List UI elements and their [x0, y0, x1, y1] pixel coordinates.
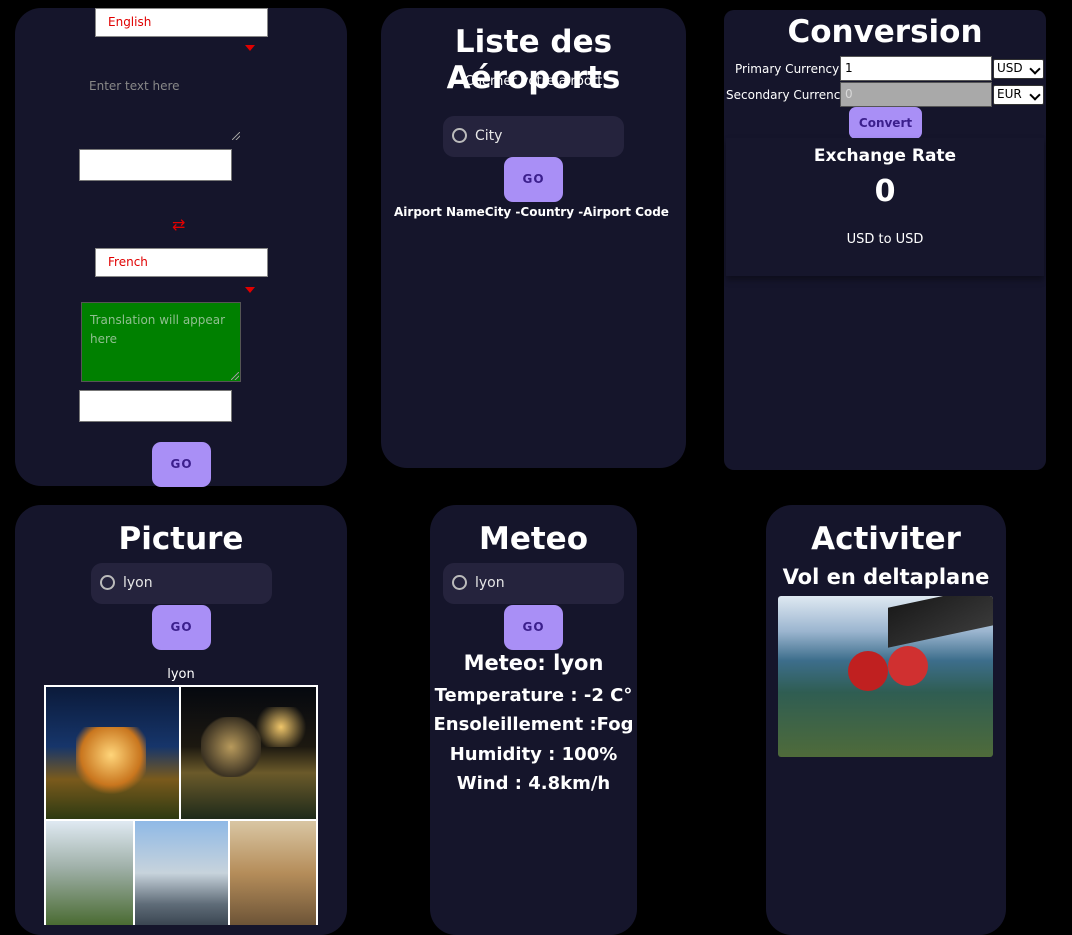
gallery-photo-street[interactable] — [230, 821, 316, 925]
meteo-card: Meteo lyon GO Meteo: lyon Temperature : … — [430, 505, 637, 935]
meteo-sunshine: Ensoleillement :Fog — [433, 714, 634, 735]
meteo-go-button[interactable]: GO — [504, 605, 563, 650]
airport-search-placeholder: City — [475, 128, 503, 144]
meteo-temperature: Temperature : -2 C° — [434, 685, 633, 706]
airports-card: Liste des Aéroports Cherher votre airpor… — [381, 8, 686, 468]
primary-currency-label: Primary Currency — [735, 62, 840, 76]
swap-arrows-icon[interactable]: ⇄ — [172, 217, 185, 233]
meteo-wind: Wind : 4.8km/h — [456, 773, 611, 794]
exchange-rate-panel: Exchange Rate 0 USD to USD — [726, 138, 1044, 276]
photo-gallery — [44, 685, 318, 925]
picture-go-button[interactable]: GO — [152, 605, 211, 650]
picture-search-field[interactable]: lyon — [91, 563, 272, 604]
airport-results-header: Airport NameCity -Country -Airport Code — [394, 205, 669, 219]
secondary-currency-label: Secondary Currency — [726, 88, 848, 102]
source-extra-input[interactable] — [79, 149, 232, 181]
conversion-card: Conversion Primary Currency 1 USD Second… — [724, 10, 1046, 470]
exchange-rate-value: 0 — [874, 174, 896, 209]
translate-go-button[interactable]: GO — [152, 442, 211, 487]
secondary-amount-input[interactable]: 0 — [840, 82, 992, 107]
exchange-rate-pair: USD to USD — [846, 232, 924, 247]
translation-output-area[interactable]: Translation will appear here — [81, 302, 241, 382]
source-placeholder: Enter text here — [89, 79, 180, 93]
resize-grip-icon[interactable] — [231, 372, 239, 380]
airport-go-button[interactable]: GO — [504, 157, 563, 202]
airport-search-field[interactable]: City — [443, 116, 624, 157]
search-radio-icon[interactable] — [452, 128, 467, 143]
primary-currency-select[interactable]: USD — [993, 59, 1044, 79]
meteo-search-value: lyon — [475, 575, 505, 591]
source-text-area[interactable]: Enter text here — [81, 69, 241, 141]
gallery-photo-fountain[interactable] — [181, 687, 316, 819]
picture-caption: lyon — [167, 667, 195, 682]
meteo-humidity: Humidity : 100% — [449, 744, 618, 765]
chevron-down-icon — [1029, 63, 1041, 75]
picture-search-value: lyon — [123, 575, 153, 591]
primary-amount-input[interactable]: 1 — [840, 56, 992, 81]
target-language-value: French — [108, 255, 148, 269]
picture-card: Picture lyon GO lyon — [15, 505, 347, 935]
target-placeholder: Translation will appear here — [90, 313, 226, 346]
source-language-value: English — [108, 15, 152, 29]
activity-card: Activiter Vol en deltaplane — [766, 505, 1006, 935]
translator-card: English Enter text here ⇄ French Transla… — [15, 8, 347, 487]
exchange-rate-title: Exchange Rate — [813, 146, 957, 166]
target-language-select[interactable]: French — [95, 248, 268, 277]
source-language-select[interactable]: English — [95, 8, 268, 37]
picture-title: Picture — [118, 521, 244, 557]
conversion-title: Conversion — [787, 14, 983, 50]
target-caret-icon[interactable] — [245, 287, 255, 293]
search-radio-icon[interactable] — [100, 575, 115, 590]
convert-button[interactable]: Convert — [849, 107, 922, 139]
activity-photo-hang-gliding[interactable] — [778, 596, 993, 757]
activity-title: Activiter — [811, 521, 961, 557]
source-caret-icon[interactable] — [245, 45, 255, 51]
activity-name: Vol en deltaplane — [782, 565, 990, 589]
meteo-heading: Meteo: lyon — [463, 651, 604, 675]
gallery-photo-basilica[interactable] — [46, 687, 179, 819]
gallery-photo-riverside[interactable] — [135, 821, 228, 925]
secondary-currency-select[interactable]: EUR — [993, 85, 1044, 105]
target-extra-input[interactable] — [79, 390, 232, 422]
meteo-title: Meteo — [478, 521, 588, 557]
airports-subtitle: Cherher votre airport — [464, 74, 603, 89]
secondary-currency-value: EUR — [997, 87, 1022, 101]
search-radio-icon[interactable] — [452, 575, 467, 590]
meteo-search-field[interactable]: lyon — [443, 563, 624, 604]
resize-grip-icon[interactable] — [232, 132, 240, 140]
chevron-down-icon — [1029, 89, 1041, 101]
primary-currency-value: USD — [997, 61, 1023, 75]
gallery-photo-greenhouse[interactable] — [46, 821, 133, 925]
